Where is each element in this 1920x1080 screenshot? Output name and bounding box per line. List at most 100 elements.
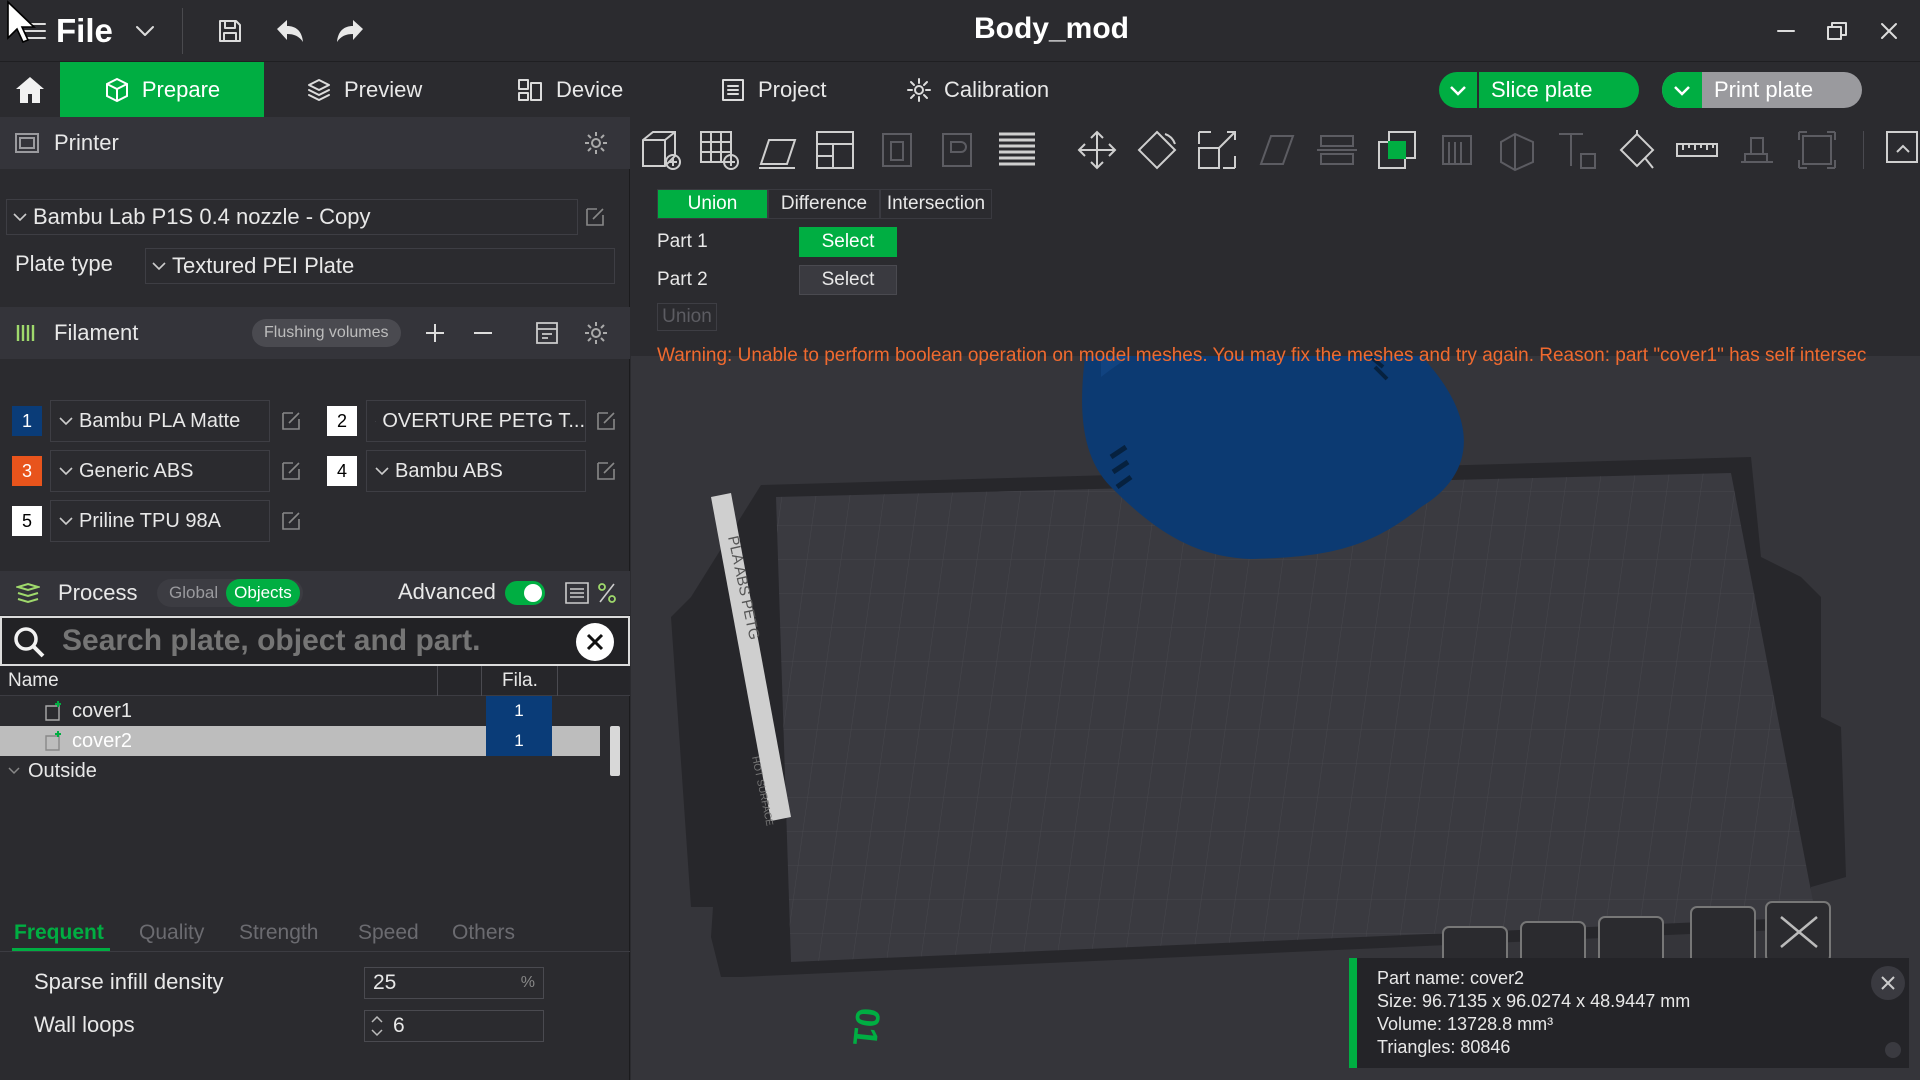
restore-icon[interactable] <box>1822 16 1852 46</box>
tab-prepare[interactable]: Prepare <box>60 62 264 117</box>
layers-icon <box>308 78 330 101</box>
column-fila[interactable]: Fila. <box>502 670 538 692</box>
edit-filament-icon[interactable] <box>280 460 302 482</box>
tab-device-label: Device <box>556 76 624 102</box>
printer-preset-select[interactable]: Bambu Lab P1S 0.4 nozzle - Copy <box>6 199 578 235</box>
clear-search-button[interactable] <box>576 623 614 661</box>
part1-select-button[interactable]: Select <box>799 227 897 257</box>
filament-slot-number[interactable]: 2 <box>327 406 357 436</box>
filament-select[interactable]: Bambu ABS <box>366 450 586 492</box>
cut-icon[interactable] <box>1311 125 1363 175</box>
edit-printer-icon[interactable] <box>584 206 606 228</box>
3d-viewport[interactable]: PLA ABS PETG HOT SURFACE 01 Union Differ… <box>631 117 1920 1080</box>
split-parts-icon[interactable] <box>931 125 983 175</box>
edit-filament-icon[interactable] <box>280 410 302 432</box>
object-filament-badge[interactable]: 1 <box>486 696 552 726</box>
tab-speed[interactable]: Speed <box>358 921 419 945</box>
plate-type-select[interactable]: Textured PEI Plate <box>145 248 615 284</box>
list-view-icon[interactable] <box>564 581 590 605</box>
scale-icon[interactable] <box>1191 125 1243 175</box>
home-icon <box>16 76 44 103</box>
object-filament-badge[interactable]: 1 <box>486 726 552 756</box>
intersection-tab[interactable]: Intersection <box>880 189 992 219</box>
variable-layer-icon[interactable] <box>991 125 1043 175</box>
add-plate-icon[interactable] <box>693 125 745 175</box>
slice-dropdown-chevron-icon[interactable] <box>1439 72 1479 108</box>
tab-strength[interactable]: Strength <box>239 921 318 945</box>
close-info-button[interactable] <box>1871 966 1905 1000</box>
edit-filament-icon[interactable] <box>595 410 617 432</box>
text-icon[interactable] <box>1551 125 1603 175</box>
compare-icon[interactable] <box>596 581 618 605</box>
printer-settings-gear-icon[interactable] <box>584 131 608 155</box>
search-input[interactable] <box>62 622 562 660</box>
sparse-infill-input[interactable]: 25 % <box>364 967 544 999</box>
auto-orient-icon[interactable] <box>751 125 803 175</box>
minimize-icon[interactable] <box>1771 16 1801 46</box>
object-row-selected[interactable]: cover2 1 <box>0 726 600 756</box>
chevron-down-icon <box>59 416 73 425</box>
part2-select-button[interactable]: Select <box>799 265 897 295</box>
global-option[interactable]: Global <box>157 583 226 603</box>
object-list-scrollbar[interactable] <box>610 726 620 776</box>
rotate-icon[interactable] <box>1131 125 1183 175</box>
object-search-box <box>0 616 630 666</box>
global-objects-toggle[interactable]: Global Objects <box>157 579 303 607</box>
tab-others[interactable]: Others <box>452 921 515 945</box>
tab-project[interactable]: Project <box>720 62 826 117</box>
tab-device[interactable]: Device <box>516 62 623 117</box>
arrange-icon[interactable] <box>809 125 861 175</box>
boolean-icon[interactable] <box>1371 125 1423 175</box>
column-name[interactable]: Name <box>8 670 59 692</box>
support-paint-icon[interactable] <box>1431 125 1483 175</box>
tab-calibration[interactable]: Calibration <box>906 62 1049 117</box>
process-section-title: Process <box>58 580 138 605</box>
edit-filament-icon[interactable] <box>595 460 617 482</box>
tab-quality[interactable]: Quality <box>139 921 204 945</box>
filament-slot-number[interactable]: 3 <box>12 456 42 486</box>
move-icon[interactable] <box>1071 125 1123 175</box>
filament-slot-number[interactable]: 4 <box>327 456 357 486</box>
filament-settings-gear-icon[interactable] <box>584 321 608 345</box>
filament-slot-number[interactable]: 5 <box>12 506 42 536</box>
filament-slot-number[interactable]: 1 <box>12 406 42 436</box>
filament-select[interactable]: OVERTURE PETG T... <box>366 400 586 442</box>
add-filament-icon[interactable] <box>424 322 446 344</box>
wall-loops-stepper[interactable]: 6 <box>364 1010 544 1042</box>
edit-filament-icon[interactable] <box>280 510 302 532</box>
close-icon[interactable] <box>1874 16 1904 46</box>
color-paint-icon[interactable] <box>1611 125 1663 175</box>
fit-view-icon[interactable] <box>1791 125 1843 175</box>
print-plate-button[interactable]: Print plate <box>1662 72 1862 108</box>
plate-type-label: Plate type <box>15 251 113 276</box>
more-tools-icon[interactable] <box>1879 125 1920 175</box>
filament-name: Bambu PLA Matte <box>79 409 241 432</box>
filament-sync-icon[interactable] <box>534 320 560 346</box>
object-row[interactable]: cover1 1 <box>0 696 600 726</box>
advanced-toggle[interactable] <box>505 581 545 605</box>
process-icon <box>16 582 40 604</box>
measure-icon[interactable] <box>1671 125 1723 175</box>
seam-paint-icon[interactable] <box>1491 125 1543 175</box>
filament-select[interactable]: Bambu PLA Matte <box>50 400 270 442</box>
slice-plate-button[interactable]: Slice plate <box>1439 72 1639 108</box>
add-object-icon[interactable] <box>635 125 687 175</box>
filament-select[interactable]: Priline TPU 98A <box>50 500 270 542</box>
tab-preview[interactable]: Preview <box>306 62 422 117</box>
home-button[interactable] <box>0 62 60 117</box>
flushing-volumes-button[interactable]: Flushing volumes <box>252 319 401 347</box>
stepper-arrows-icon[interactable] <box>369 1013 385 1039</box>
tab-frequent[interactable]: Frequent <box>14 921 104 945</box>
objects-option[interactable]: Objects <box>226 579 300 607</box>
lay-on-face-icon[interactable] <box>1251 125 1303 175</box>
difference-tab[interactable]: Difference <box>768 189 880 219</box>
split-objects-icon[interactable] <box>871 125 923 175</box>
collapse-info-icon[interactable] <box>1885 1042 1901 1058</box>
remove-filament-icon[interactable] <box>472 322 494 344</box>
filament-select[interactable]: Generic ABS <box>50 450 270 492</box>
print-dropdown-chevron-icon[interactable] <box>1662 72 1702 108</box>
union-tab[interactable]: Union <box>657 189 768 219</box>
group-row[interactable]: Outside <box>0 756 600 786</box>
union-action-button[interactable]: Union <box>657 303 717 331</box>
assembly-icon[interactable] <box>1731 125 1783 175</box>
